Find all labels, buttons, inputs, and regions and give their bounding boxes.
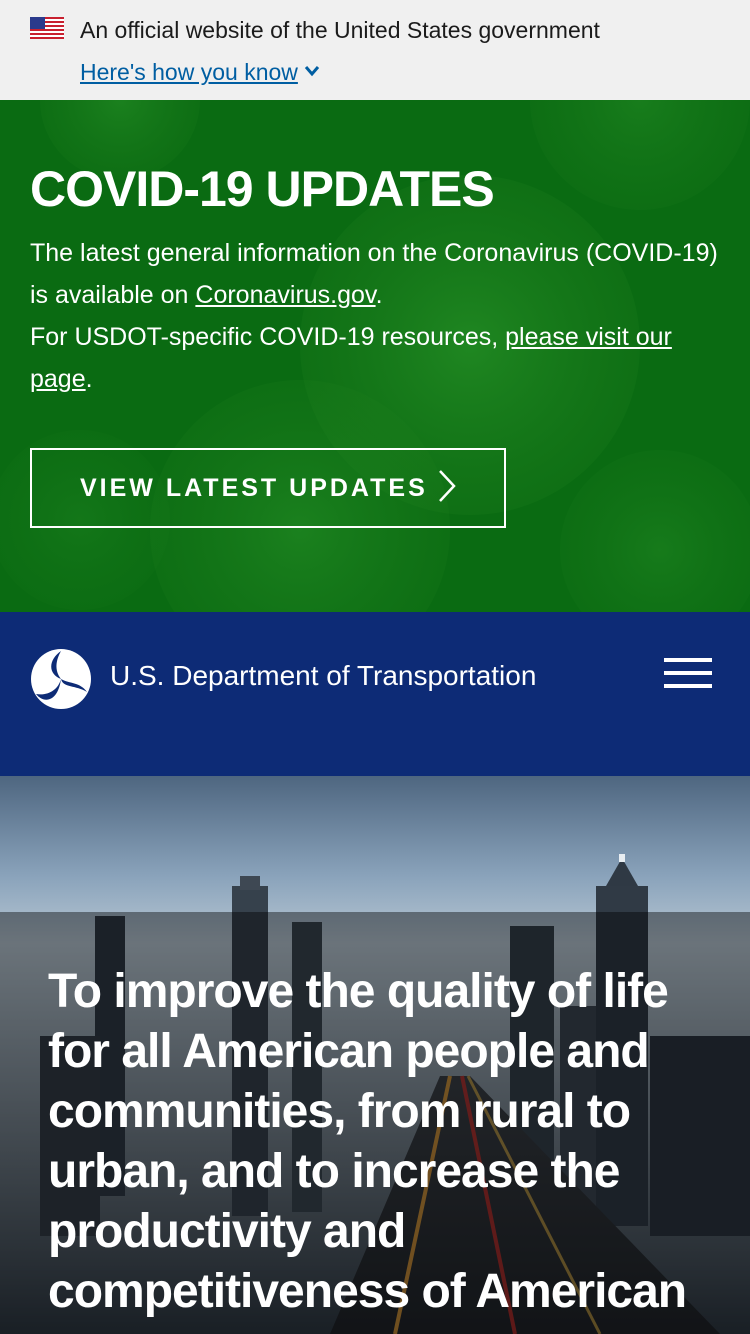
gov-banner: An official website of the United States… [0, 0, 750, 100]
dot-tri-star-logo-icon[interactable] [30, 648, 92, 710]
hamburger-menu-icon-bar [664, 684, 712, 688]
chevron-down-icon[interactable] [304, 63, 320, 79]
view-latest-updates-label: VIEW LATEST UPDATES [80, 474, 428, 502]
covid-line1-suffix: . [375, 281, 383, 309]
covid-line2-suffix: . [85, 365, 93, 393]
hamburger-menu-icon [664, 658, 712, 662]
covid-updates-section: COVID-19 UPDATES The latest general info… [0, 100, 750, 612]
view-latest-updates-button[interactable]: VIEW LATEST UPDATES [30, 448, 506, 528]
coronavirus-gov-link[interactable]: Coronavirus.gov [195, 281, 375, 309]
covid-line2-text: For USDOT-specific COVID-19 resources, [30, 323, 506, 351]
gov-official-text: An official website of the United States… [80, 17, 600, 43]
covid-title: COVID-19 UPDATES [30, 161, 495, 217]
hamburger-menu-icon-bar [664, 671, 712, 675]
mission-statement: To improve the quality of life for all A… [48, 965, 687, 1318]
how-you-know-link[interactable]: Here's how you know [80, 56, 298, 88]
site-header: U.S. Department of Transportation [0, 612, 750, 776]
chevron-right-icon [439, 470, 456, 502]
site-name[interactable]: U.S. Department of Transportation [110, 660, 536, 692]
hero-section: To improve the quality of life for all A… [0, 776, 750, 1334]
hamburger-menu-button[interactable] [662, 656, 714, 690]
covid-description: The latest general information on the Co… [30, 232, 720, 400]
us-flag-icon [30, 17, 64, 39]
